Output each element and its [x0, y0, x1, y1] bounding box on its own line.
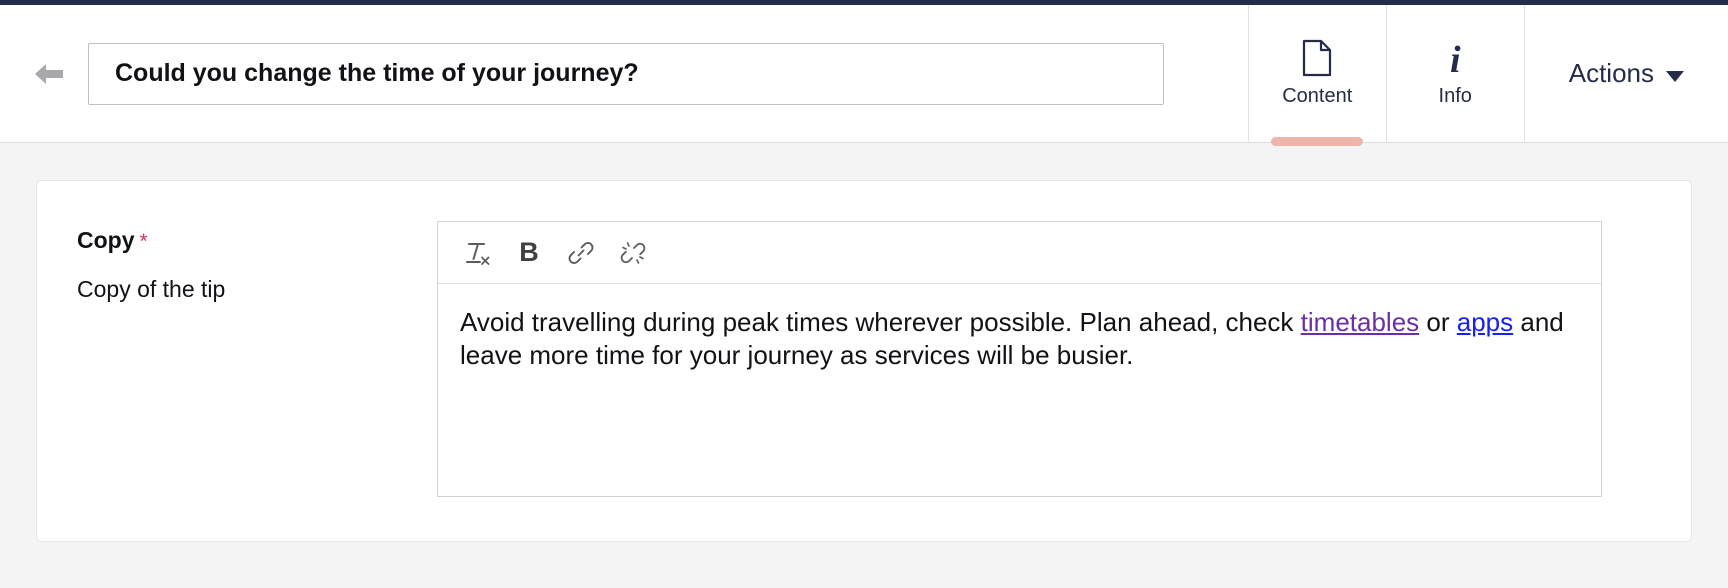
actions-dropdown[interactable]: Actions [1523, 5, 1728, 142]
editor-text-segment-2: or [1419, 307, 1457, 337]
bold-button[interactable]: B [506, 231, 552, 275]
page-header: Content i Info Actions [0, 5, 1728, 146]
remove-format-icon [463, 239, 491, 267]
editor-content-area[interactable]: Avoid travelling during peak times where… [438, 284, 1601, 496]
rich-text-editor: B Avoid travelling during peak times whe… [437, 221, 1602, 497]
copy-field-label-wrap: Copy * [77, 227, 437, 254]
arrow-left-icon [32, 59, 66, 89]
copy-field-meta: Copy * Copy of the tip [77, 221, 437, 497]
unlink-button[interactable] [610, 231, 656, 275]
actions-label: Actions [1568, 58, 1654, 88]
info-italic-icon: i [1449, 39, 1461, 81]
tab-content-label: Content [1282, 85, 1353, 107]
tab-content[interactable]: Content [1247, 5, 1386, 146]
link-icon [567, 239, 595, 267]
unlink-icon [619, 239, 647, 267]
active-tab-indicator [1271, 137, 1364, 146]
page-title-input[interactable] [88, 42, 1164, 105]
editor-text-segment-1: Avoid travelling during peak times where… [460, 307, 1301, 337]
apps-link[interactable]: apps [1457, 307, 1513, 337]
copy-field-row: Copy * Copy of the tip B Avoid travellin… [37, 181, 1691, 497]
copy-field-label: Copy [77, 227, 135, 253]
link-button[interactable] [558, 231, 604, 275]
app-root: Content i Info Actions Copy* Copy of th [0, 0, 1728, 588]
tab-info[interactable]: i Info [1385, 5, 1524, 142]
header-tabs: Content i Info Actions [1247, 5, 1728, 146]
editor-toolbar: B [438, 222, 1601, 284]
header-left-region [0, 5, 1248, 142]
bold-icon: B [519, 237, 539, 267]
timetables-link[interactable]: timetables [1301, 307, 1420, 337]
remove-format-button[interactable] [454, 231, 500, 275]
content-card: Copy * Copy of the tip B Avoid travellin… [36, 180, 1692, 542]
tab-info-label: Info [1438, 85, 1472, 107]
chevron-down-icon [1666, 71, 1684, 82]
back-button[interactable] [26, 51, 72, 97]
required-asterisk: * [139, 230, 148, 253]
document-icon [1302, 37, 1332, 79]
copy-field-help: Copy of the tip [77, 276, 226, 302]
